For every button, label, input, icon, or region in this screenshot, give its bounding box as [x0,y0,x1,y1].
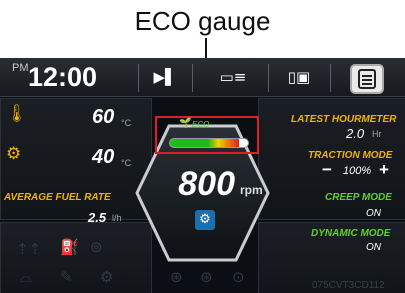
transmission-icon[interactable]: ▶▌ [152,66,178,88]
divider [138,64,139,92]
oil-temp-icon: ⚙ [6,144,22,164]
clock-ampm: PM [12,62,29,74]
warning-light-icon: ⇡⇡ [16,240,42,258]
dynamic-mode-value: ON [366,242,381,253]
eco-leaf-icon: 🌱 [179,118,192,129]
temp1-value: 60 [92,106,115,128]
hourmeter-unit: Hr [372,129,382,139]
warning-light-icon: ⊛ [200,268,213,286]
temp1-unit: °C [121,118,132,128]
traction-plus-button[interactable]: + [379,160,389,180]
divider [268,64,269,92]
divider [192,64,193,92]
display-mode-icon[interactable]: ▯▣ [286,66,312,88]
creep-mode-label[interactable]: CREEP MODE [325,192,392,203]
hourmeter-value: 2.0 [346,126,365,141]
dynamic-mode-label[interactable]: DYNAMIC MODE [311,228,390,239]
creep-mode-value: ON [366,208,381,219]
warning-light-icon: ⊙ [232,268,245,286]
traction-minus-button[interactable]: − [322,160,332,180]
fuel-rate-label: AVERAGE FUEL RATE [4,192,111,203]
warning-light-icon: ⚙ [100,268,114,286]
divider [330,64,331,92]
clock-time: 12:00 [28,62,98,92]
gear-icon[interactable]: ⚙ [195,210,215,230]
top-bar: PM 12:00 ▶▌ ▭≡ ▯▣ [0,58,405,97]
document-button[interactable] [350,64,384,94]
temp2-value: 40 [92,146,115,168]
eco-gauge: 🌱 ECO [155,116,259,154]
rpm-value: 800 [178,165,235,203]
document-icon [358,69,376,89]
eco-label: ECO [192,120,210,129]
rpm-unit: rpm [240,183,263,197]
map-menu-icon[interactable]: ▭≡ [212,66,254,88]
engine-coolant-temp-icon: 🌡 [6,104,28,124]
warning-light-icon: ⌓ [20,268,32,286]
annotation-title: ECO gauge [134,6,271,36]
eco-bar [169,138,249,148]
hourmeter-label: LATEST HOURMETER [291,114,397,125]
warning-light-icon: ✎ [60,268,73,286]
temp2-unit: °C [121,158,132,168]
warning-light-icon: ⊛ [170,268,183,286]
eco-bar-fill [170,139,239,147]
dashboard-screen: PM 12:00 ▶▌ ▭≡ ▯▣ 🌡 60 °C ⚙ 40 °C AVERAG… [0,58,405,293]
warning-light-icon: ⊚ [90,238,103,256]
serial-number: 075CVT3CD112 [312,280,385,291]
fuel-warning-icon: ⛽ [60,238,79,256]
traction-mode-value: 100% [343,165,372,177]
